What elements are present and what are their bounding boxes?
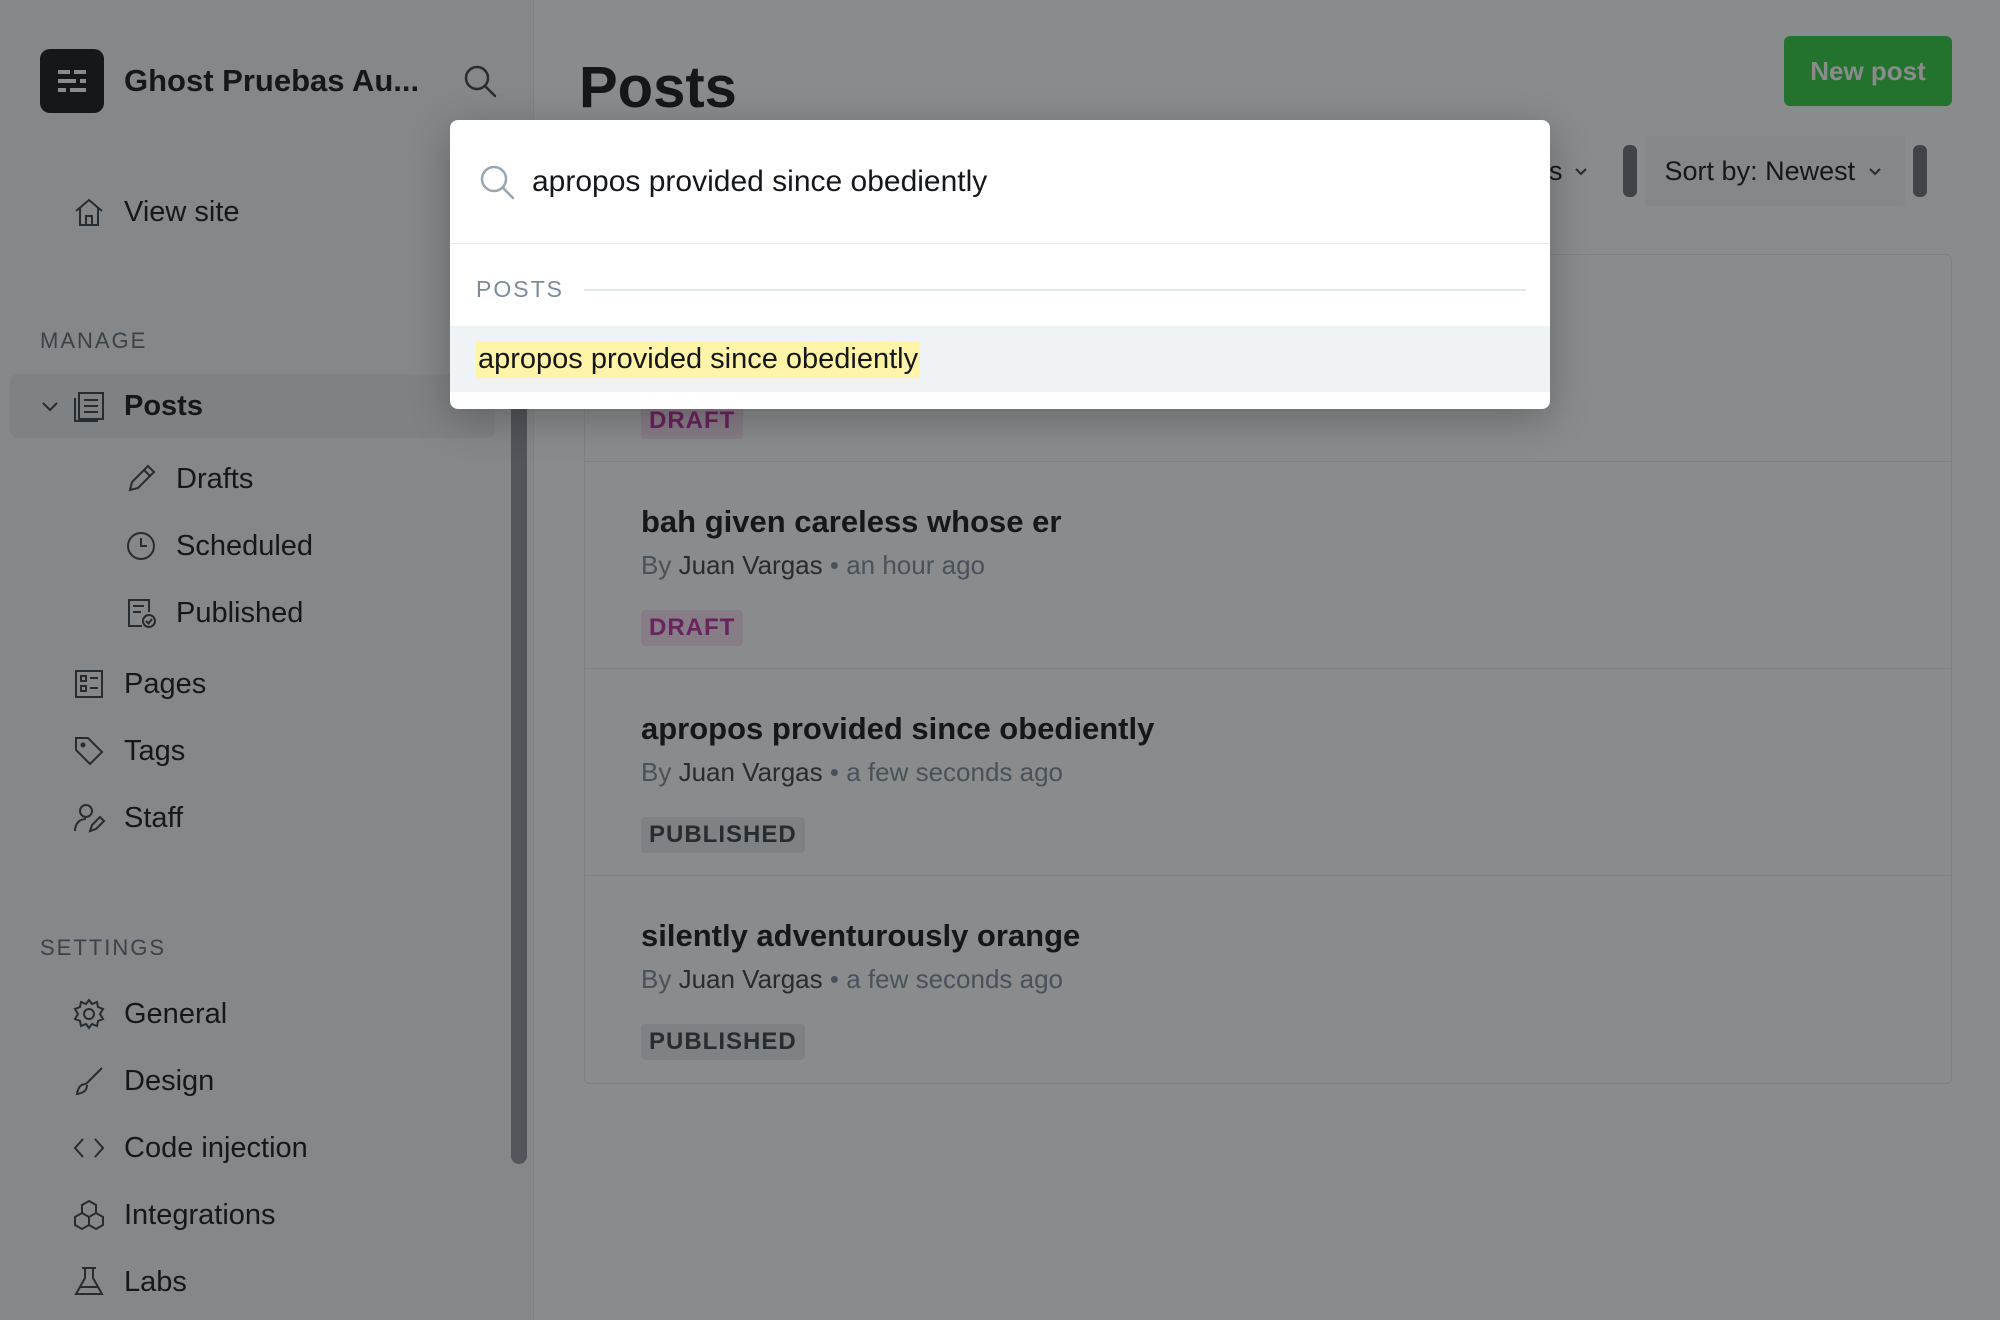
search-section-posts: POSTS — [476, 276, 1526, 303]
search-icon — [480, 165, 515, 199]
search-section-label: POSTS — [476, 276, 564, 302]
search-result-title: apropos provided since obediently — [476, 340, 921, 378]
search-input-row — [450, 120, 1550, 244]
search-modal: POSTS apropos provided since obediently — [450, 120, 1550, 409]
section-divider — [583, 288, 1526, 291]
search-result-item[interactable]: apropos provided since obediently — [450, 326, 1550, 392]
search-input[interactable] — [532, 164, 1532, 199]
